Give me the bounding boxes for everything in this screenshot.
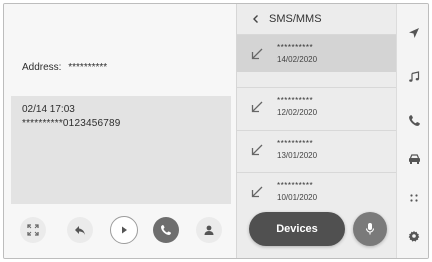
expand-button[interactable] xyxy=(20,217,46,243)
settings-button[interactable] xyxy=(397,217,428,255)
vehicle-button[interactable] xyxy=(397,140,428,178)
play-icon xyxy=(122,226,127,234)
microphone-icon xyxy=(365,223,375,235)
nav-button[interactable] xyxy=(397,14,428,52)
side-menu xyxy=(396,4,428,258)
voice-button[interactable] xyxy=(353,212,387,246)
list-header: SMS/MMS xyxy=(237,4,397,34)
message-detail-pane: Address: ********** 02/14 17:03 ********… xyxy=(4,4,236,258)
phone-icon xyxy=(161,225,171,235)
list-item[interactable]: ********** 10/01/2020 xyxy=(237,172,397,210)
contact-icon xyxy=(204,225,214,235)
back-chevron-icon[interactable] xyxy=(251,14,261,24)
message-text: **********0123456789 xyxy=(22,118,121,129)
address-value: ********** xyxy=(68,62,108,73)
received-arrow-icon xyxy=(251,144,263,156)
contact-button[interactable] xyxy=(196,217,222,243)
list-item[interactable]: ********** 13/01/2020 xyxy=(237,130,397,168)
screen: Address: ********** 02/14 17:03 ********… xyxy=(0,0,432,262)
item-date: 12/02/2020 xyxy=(277,108,318,117)
address-label: Address: xyxy=(22,62,62,73)
navigation-icon xyxy=(409,28,419,38)
phone-icon xyxy=(408,114,420,126)
reply-button[interactable] xyxy=(67,217,93,243)
address-row: Address: ********** xyxy=(22,62,107,73)
item-date: 14/02/2020 xyxy=(277,55,318,64)
item-sender: ********** xyxy=(277,139,314,148)
received-arrow-icon xyxy=(251,48,263,60)
item-sender: ********** xyxy=(277,96,314,105)
list-item[interactable]: ********** 14/02/2020 xyxy=(237,34,397,72)
expand-icon xyxy=(27,224,39,236)
item-sender: ********** xyxy=(277,181,314,190)
display-frame: Address: ********** 02/14 17:03 ********… xyxy=(3,3,429,259)
item-date: 13/01/2020 xyxy=(277,151,318,160)
reply-icon xyxy=(75,226,85,235)
play-button[interactable] xyxy=(110,216,138,244)
apps-icon xyxy=(410,194,418,202)
list-title: SMS/MMS xyxy=(269,13,322,25)
audio-button[interactable] xyxy=(397,58,428,96)
devices-button[interactable]: Devices xyxy=(249,212,345,246)
sms-list-pane: SMS/MMS ********** 14/02/2020 **********… xyxy=(236,4,397,258)
call-button[interactable] xyxy=(153,217,179,243)
received-arrow-icon xyxy=(251,186,263,198)
message-date: 02/14 17:03 xyxy=(22,104,75,115)
received-arrow-icon xyxy=(251,101,263,113)
list-item[interactable]: ********** 12/02/2020 xyxy=(237,87,397,125)
apps-button[interactable] xyxy=(397,179,428,217)
message-body[interactable]: 02/14 17:03 **********0123456789 xyxy=(11,96,231,204)
music-icon xyxy=(409,71,420,82)
car-icon xyxy=(408,154,420,164)
phone-button[interactable] xyxy=(397,101,428,139)
message-actions xyxy=(20,216,226,244)
item-sender: ********** xyxy=(277,43,314,52)
settings-icon xyxy=(408,230,420,242)
item-date: 10/01/2020 xyxy=(277,193,318,202)
